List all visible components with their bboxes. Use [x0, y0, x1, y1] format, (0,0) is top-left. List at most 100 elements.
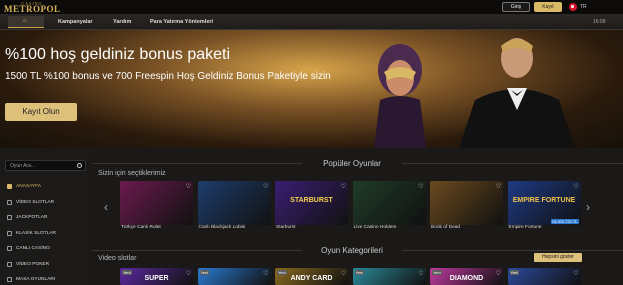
category-icon [7, 277, 12, 282]
nav-deposit-methods[interactable]: Para Yatırma Yöntemleri [150, 19, 213, 25]
category-icon [7, 215, 12, 220]
sidebar-item[interactable]: JACKPOTLAR [7, 214, 87, 222]
logo-text: METROPOL [4, 4, 61, 14]
sidebar-item[interactable]: KLASİK SLOTLAR [7, 230, 87, 238]
metropol-logo[interactable]: CASINO METROPOL [4, 1, 60, 14]
sidebar-item-label: CANLI CASİNO [16, 246, 50, 251]
carousel-next-icon[interactable]: › [586, 200, 590, 214]
game-card[interactable]: ♡ Türkçe Canlı Rulet [120, 181, 193, 231]
categories-title: Oyun Kategorileri [302, 246, 402, 255]
game-card[interactable]: EMPIRE FORTUNE ♡ 15,000,720 TL Empire Fortu… [507, 181, 581, 231]
favorite-heart-icon[interactable]: ♡ [341, 270, 346, 277]
language-selector[interactable]: TR [580, 4, 587, 10]
slot-game-card[interactable]: DIAMOND Yeni ♡ [430, 268, 503, 285]
game-card[interactable]: ♡ Book of Dead [430, 181, 503, 231]
game-thumbnail [120, 181, 193, 225]
sidebar: Oyun Ara... ANASAYFA VİDEO SLOTLAR JACKPOT… [0, 148, 92, 285]
favorite-heart-icon[interactable]: ♡ [573, 183, 578, 190]
hero-banner[interactable]: %100 hoş geldiniz bonus paketi 1500 TL %… [0, 30, 623, 148]
signup-button[interactable]: Kayıt [534, 2, 562, 12]
game-title: Live Casino Holdem [353, 225, 397, 230]
sidebar-item-label: VİDEO POKER [16, 261, 50, 267]
favorite-heart-icon[interactable]: ♡ [263, 183, 268, 190]
popular-subtitle: Sizin için seçtiklerimiz [98, 170, 166, 177]
category-icon [7, 261, 12, 267]
sidebar-item[interactable]: CANLI CASİNO [7, 245, 87, 253]
nav-campaigns[interactable]: Kampanyalar [58, 19, 93, 25]
game-logo-text: ANDY CARD [290, 275, 333, 282]
login-button[interactable]: Giriş [502, 2, 530, 12]
slot-game-card[interactable]: Yeni ♡ [352, 268, 426, 285]
home-icon: ⌂ [23, 18, 27, 24]
nav-help[interactable]: Yardım [113, 19, 131, 25]
favorite-heart-icon[interactable]: ♡ [418, 270, 423, 277]
game-thumbnail [430, 181, 503, 225]
turkey-flag-icon[interactable] [569, 3, 577, 11]
popular-games-title: Popüler Oyunlar [302, 159, 402, 168]
main-nav: ⌂ Kampanyalar Yardım Para Yatırma Yöntem… [0, 14, 623, 30]
carousel-prev-icon[interactable]: ‹ [104, 200, 108, 214]
favorite-heart-icon[interactable]: ♡ [341, 183, 346, 190]
search-icon[interactable] [77, 163, 82, 168]
game-title: Türkçe Canlı Rulet [121, 225, 161, 230]
favorite-heart-icon[interactable]: ♡ [263, 270, 268, 277]
categories-subtitle: Video slotlar [98, 255, 137, 262]
sidebar-item-label: VİDEO SLOTLAR [16, 199, 55, 205]
popular-games-header: Popüler Oyunlar [92, 156, 623, 170]
sidebar-item[interactable]: ANASAYFA [7, 183, 87, 191]
nav-home[interactable]: ⌂ [8, 16, 44, 28]
signup-cta-button[interactable]: Kayıt Olun [5, 103, 77, 121]
woman-mask-illustration [374, 44, 426, 148]
sidebar-item[interactable]: MASA OYUNLARI [7, 276, 87, 284]
game-title: Empire Fortune [508, 225, 542, 230]
hero-subtitle: 1500 TL %100 bonus ve 700 Freespin Hoş G… [5, 71, 331, 82]
sidebar-item-label: MASA OYUNLARI [16, 277, 56, 282]
new-badge: Yeni [122, 270, 132, 275]
slot-game-card[interactable]: Yeni ♡ [197, 268, 271, 285]
sidebar-item-label: JACKPOTLAR [16, 215, 48, 220]
main-content: Popüler Oyunlar Sizin için seçtiklerimiz… [92, 148, 623, 285]
sidebar-item[interactable]: VİDEO SLOTLAR [7, 199, 87, 207]
category-icon [7, 184, 12, 189]
new-badge: Yeni [277, 270, 287, 275]
game-logo-text: DIAMOND [449, 275, 484, 282]
category-icon [7, 199, 12, 205]
man-tuxedo-illustration [459, 38, 575, 148]
slot-game-card[interactable]: ANDY CARD Yeni ♡ [275, 268, 348, 285]
favorite-heart-icon[interactable]: ♡ [186, 183, 191, 190]
game-title: Book of Dead [431, 225, 461, 230]
favorite-heart-icon[interactable]: ♡ [496, 270, 501, 277]
game-title: Starburst [276, 225, 296, 230]
favorite-heart-icon[interactable]: ♡ [496, 183, 501, 190]
sidebar-item-label: KLASİK SLOTLAR [16, 230, 56, 236]
sidebar-item-label: ANASAYFA [16, 184, 41, 189]
hero-title: %100 hoş geldiniz bonus paketi [5, 46, 231, 63]
game-logo-text: SUPER [144, 275, 169, 282]
category-icon [7, 246, 12, 251]
favorite-heart-icon[interactable]: ♡ [418, 183, 423, 190]
game-card[interactable]: ♡ Canlı Blackjack Lobisi [197, 181, 271, 231]
search-input[interactable]: Oyun Ara... [5, 160, 86, 171]
new-badge: Yeni [199, 270, 210, 275]
top-bar: CASINO METROPOL Giriş Kayıt TR [0, 0, 623, 14]
search-placeholder: Oyun Ara... [10, 163, 36, 169]
category-icon [7, 230, 12, 236]
game-logo-text: STARBURST [290, 197, 333, 204]
game-title: Canlı Blackjack Lobisi [198, 225, 246, 230]
favorite-heart-icon[interactable]: ♡ [186, 270, 191, 277]
show-all-button[interactable]: Hepsini göster [534, 253, 582, 262]
sidebar-item[interactable]: VİDEO POKER [7, 261, 87, 269]
game-thumbnail [197, 181, 271, 225]
slot-game-card[interactable]: SUPER Yeni ♡ [120, 268, 193, 285]
carousel-dots [288, 140, 323, 143]
game-card[interactable]: ♡ Live Casino Holdem [352, 181, 426, 231]
jackpot-badge: 15,000,720 TL [550, 219, 579, 224]
game-thumbnail: STARBURST [275, 181, 348, 225]
slot-game-card[interactable]: Yeni ♡ [507, 268, 581, 285]
new-badge: Yeni [432, 270, 442, 275]
favorite-heart-icon[interactable]: ♡ [573, 270, 578, 277]
game-logo-text: EMPIRE FORTUNE [512, 197, 576, 204]
new-badge: Yeni [354, 270, 365, 275]
game-card[interactable]: STARBURST ♡ Starburst [275, 181, 348, 231]
new-badge: Yeni [509, 270, 520, 275]
